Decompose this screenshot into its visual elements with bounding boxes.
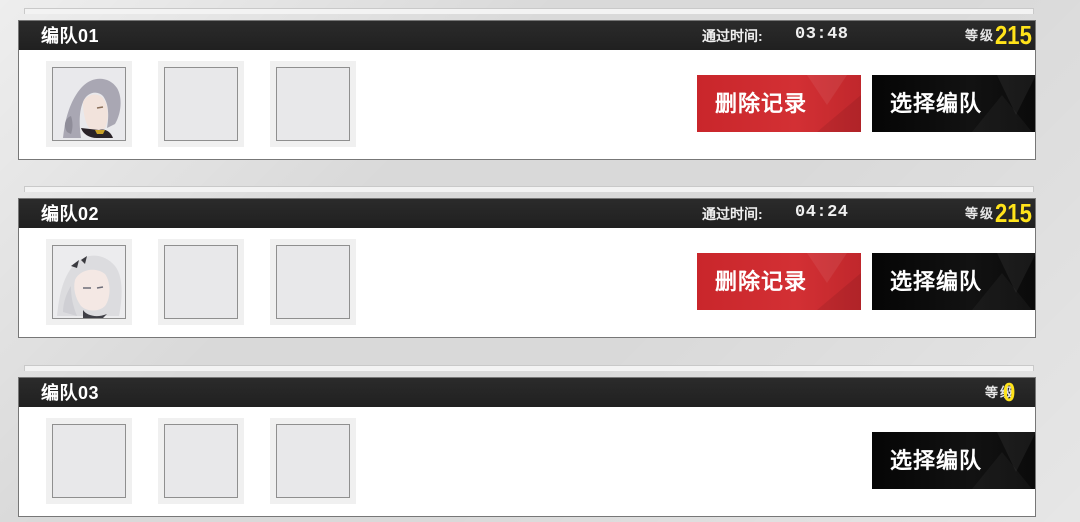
character-portrait xyxy=(52,245,126,319)
select-team-label: 选择编队 xyxy=(890,269,983,294)
portrait-white-hair-icon xyxy=(53,246,125,318)
delete-record-label: 删除记录 xyxy=(715,91,808,116)
clear-time-value: 03:48 xyxy=(795,25,849,44)
member-slot-1[interactable] xyxy=(46,239,132,325)
card-shadow xyxy=(24,365,1034,371)
team-name: 编队03 xyxy=(41,383,100,403)
level-label: 等级 xyxy=(965,206,996,221)
empty-slot xyxy=(276,67,350,141)
member-slot-1[interactable] xyxy=(46,418,132,504)
delete-record-button[interactable]: 删除记录 xyxy=(697,75,861,132)
select-team-button[interactable]: 选择编队 xyxy=(872,253,1035,310)
empty-slot xyxy=(164,245,238,319)
member-slot-1[interactable] xyxy=(46,61,132,147)
team-card-03: 编队03 等级 0 选择编队 xyxy=(18,377,1036,517)
member-slot-3[interactable] xyxy=(270,418,356,504)
card-shadow xyxy=(24,8,1034,14)
level-value: 215 xyxy=(995,198,1032,228)
delete-record-button[interactable]: 删除记录 xyxy=(697,253,861,310)
empty-slot xyxy=(164,424,238,498)
select-team-label: 选择编队 xyxy=(890,91,983,116)
select-team-button[interactable]: 选择编队 xyxy=(872,432,1035,489)
portrait-gray-hair-icon xyxy=(53,68,125,140)
clear-time-value: 04:24 xyxy=(795,203,849,222)
empty-slot xyxy=(276,424,350,498)
team-name: 编队01 xyxy=(41,26,100,46)
delete-record-label: 删除记录 xyxy=(715,269,808,294)
level-value: 215 xyxy=(995,20,1032,50)
level-value: 0 xyxy=(1003,377,1016,407)
empty-slot xyxy=(164,67,238,141)
card-shadow xyxy=(24,186,1034,192)
select-team-button[interactable]: 选择编队 xyxy=(872,75,1035,132)
team-name: 编队02 xyxy=(41,204,100,224)
team-header: 编队02 通过时间: 04:24 等级 215 xyxy=(19,199,1035,228)
member-slot-3[interactable] xyxy=(270,61,356,147)
team-header: 编队03 等级 0 xyxy=(19,378,1035,407)
team-card-01: 编队01 通过时间: 03:48 等级 215 删除记录 选择编队 xyxy=(18,20,1036,160)
level-label: 等级 xyxy=(965,28,996,43)
team-header: 编队01 通过时间: 03:48 等级 215 xyxy=(19,21,1035,50)
member-slot-2[interactable] xyxy=(158,418,244,504)
member-slot-2[interactable] xyxy=(158,61,244,147)
team-card-02: 编队02 通过时间: 04:24 等级 215 删除记录 选择编队 xyxy=(18,198,1036,338)
member-slot-2[interactable] xyxy=(158,239,244,325)
empty-slot xyxy=(276,245,350,319)
character-portrait xyxy=(52,67,126,141)
member-slot-3[interactable] xyxy=(270,239,356,325)
empty-slot xyxy=(52,424,126,498)
select-team-label: 选择编队 xyxy=(890,448,983,473)
clear-time-label: 通过时间: xyxy=(702,206,763,222)
clear-time-label: 通过时间: xyxy=(702,28,763,44)
